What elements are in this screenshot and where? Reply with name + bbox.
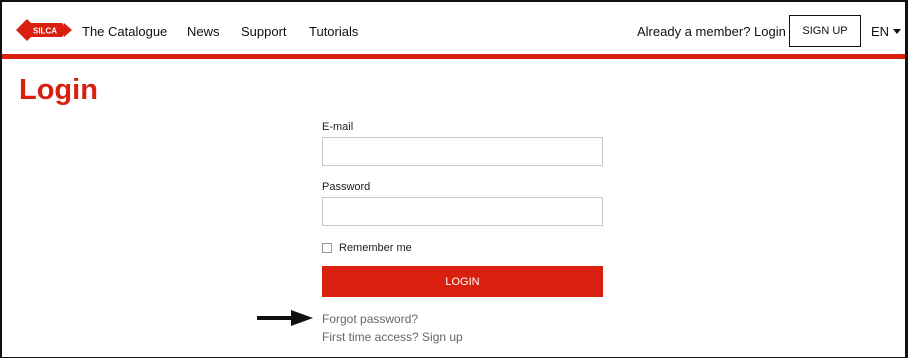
svg-text:SILCA: SILCA	[33, 27, 57, 36]
top-navigation: SILCA The Catalogue News Support Tutoria…	[2, 2, 905, 54]
remember-me-checkbox[interactable]	[322, 243, 332, 253]
language-selector[interactable]: EN	[871, 24, 902, 39]
email-field[interactable]	[322, 137, 603, 166]
arrow-right-icon	[257, 310, 313, 326]
nav-link-tutorials[interactable]: Tutorials	[309, 24, 358, 39]
header-accent-bar	[2, 54, 905, 59]
nav-link-news[interactable]: News	[187, 24, 220, 39]
member-login-link[interactable]: Already a member? Login	[637, 24, 786, 39]
nav-link-support[interactable]: Support	[241, 24, 287, 39]
nav-link-catalogue[interactable]: The Catalogue	[82, 24, 167, 39]
silca-logo[interactable]: SILCA	[16, 19, 72, 41]
password-label: Password	[322, 181, 371, 193]
login-button[interactable]: LOGIN	[322, 266, 603, 297]
page-title: Login	[19, 74, 98, 106]
signup-button[interactable]: SIGN UP	[789, 15, 861, 47]
first-time-signup-link[interactable]: First time access? Sign up	[322, 330, 463, 344]
password-field[interactable]	[322, 197, 603, 226]
language-label: EN	[871, 24, 890, 39]
forgot-password-link[interactable]: Forgot password?	[322, 312, 418, 326]
email-label: E-mail	[322, 121, 354, 133]
caret-down-icon	[893, 29, 902, 34]
remember-me-label[interactable]: Remember me	[339, 242, 412, 254]
